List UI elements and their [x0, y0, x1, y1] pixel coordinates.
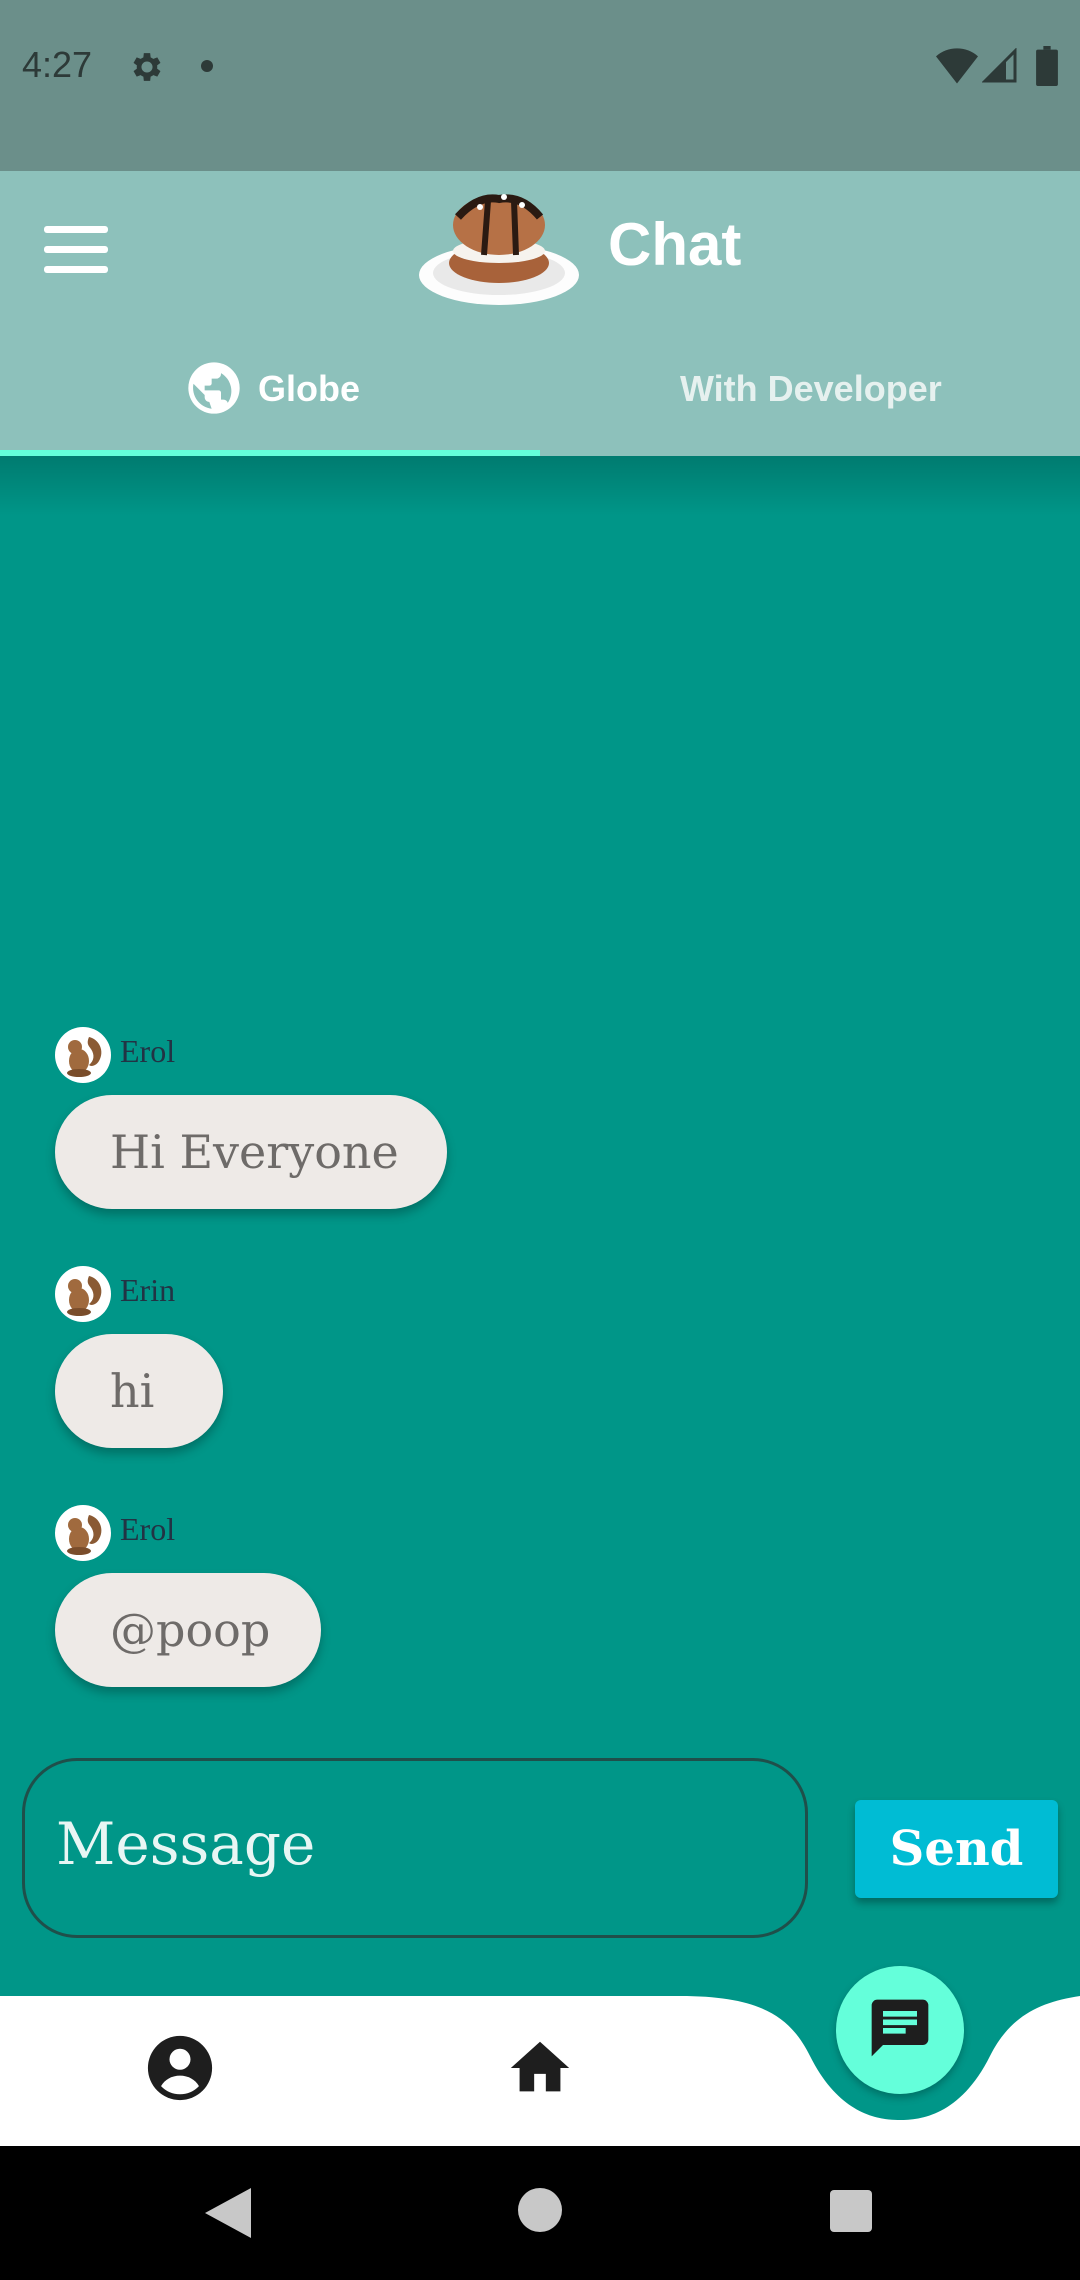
message-input-placeholder: Message [56, 1810, 316, 1878]
squirrel-icon [67, 1276, 102, 1316]
app-logo [419, 194, 579, 305]
message-username: Erol [120, 1511, 176, 1547]
squirrel-icon [67, 1037, 102, 1077]
squirrel-icon [67, 1515, 102, 1555]
message-username: Erol [120, 1033, 176, 1069]
back-icon[interactable] [205, 2188, 251, 2238]
app-bar-shadow [0, 456, 1080, 516]
message-text: Hi Everyone [110, 1125, 399, 1179]
chat-icon [871, 1999, 929, 2057]
battery-icon [1036, 46, 1058, 86]
notification-dot-icon [201, 60, 213, 72]
menu-icon[interactable] [40, 222, 112, 278]
cell-signal-icon [982, 48, 1017, 83]
send-button-label: Send [889, 1821, 1024, 1877]
message-text: hi [110, 1364, 155, 1418]
message-username: Erin [120, 1272, 176, 1308]
status-time: 4:27 [22, 44, 93, 85]
globe-icon [188, 362, 240, 414]
wifi-icon [936, 48, 978, 84]
account-circle-icon[interactable] [145, 2033, 215, 2103]
message-text: @poop [110, 1603, 271, 1657]
system-home-icon[interactable] [518, 2188, 562, 2232]
avatar [55, 1027, 111, 1083]
settings-gear-icon [133, 53, 161, 81]
tab-with-developer-label: With Developer [680, 368, 942, 409]
avatar [55, 1266, 111, 1322]
avatar [55, 1505, 111, 1561]
page-title: Chat [608, 211, 742, 278]
home-icon[interactable] [505, 2033, 575, 2103]
tab-globe-label: Globe [258, 368, 361, 409]
recents-icon[interactable] [830, 2190, 872, 2232]
